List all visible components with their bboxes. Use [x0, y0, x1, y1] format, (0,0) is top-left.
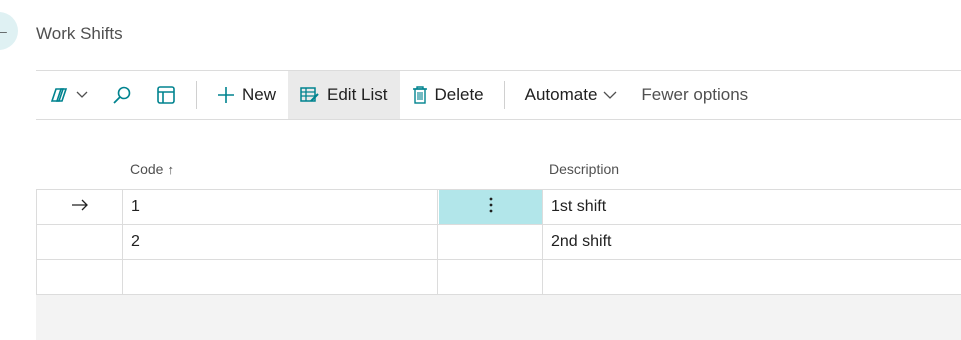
- code-cell[interactable]: 2: [123, 225, 438, 259]
- new-button[interactable]: New: [205, 71, 288, 119]
- copilot-icon: [48, 85, 70, 105]
- work-shifts-grid: Code ↑ Description 1 1st shift 2 2nd shif…: [36, 150, 961, 295]
- table-row[interactable]: 1 1st shift: [36, 190, 961, 225]
- column-header-code-label: Code: [130, 161, 164, 177]
- new-label: New: [242, 85, 277, 104]
- automate-menu[interactable]: Automate: [513, 71, 630, 119]
- automate-label: Automate: [524, 85, 598, 104]
- trash-icon: [412, 85, 428, 105]
- filter-pane-icon: [156, 85, 176, 105]
- toolbar-divider: [503, 81, 505, 109]
- table-row[interactable]: 2 2nd shift: [36, 225, 961, 260]
- description-cell[interactable]: 1st shift: [543, 190, 961, 224]
- copilot-button[interactable]: [36, 71, 100, 119]
- sort-ascending-icon: ↑: [167, 162, 174, 177]
- row-actions-cell[interactable]: [439, 260, 543, 294]
- code-cell[interactable]: 1: [123, 190, 438, 224]
- back-arrow-icon: ←: [0, 22, 10, 39]
- toolbar-divider: [196, 81, 197, 109]
- row-selector[interactable]: [37, 260, 123, 294]
- column-header-description[interactable]: Description: [549, 161, 619, 177]
- description-cell[interactable]: [543, 260, 961, 294]
- delete-label: Delete: [434, 85, 484, 104]
- page-title: Work Shifts: [36, 24, 123, 43]
- chevron-down-icon: [603, 91, 617, 100]
- table-row-new[interactable]: [36, 260, 961, 295]
- grid-empty-area: [36, 295, 961, 340]
- description-cell[interactable]: 2nd shift: [543, 225, 961, 259]
- delete-button[interactable]: Delete: [400, 71, 496, 119]
- edit-list-label: Edit List: [327, 85, 388, 104]
- edit-list-button[interactable]: Edit List: [288, 71, 400, 119]
- vertical-ellipsis-icon: [489, 197, 493, 218]
- filter-pane-button[interactable]: [144, 71, 188, 119]
- search-icon: [112, 85, 132, 105]
- fewer-options-button[interactable]: Fewer options: [629, 71, 760, 119]
- column-header-code[interactable]: Code ↑: [130, 161, 174, 177]
- row-selector[interactable]: [37, 190, 123, 224]
- action-bar: New Edit List Delete Automate Fewer opti…: [36, 70, 961, 120]
- chevron-down-icon: [76, 91, 88, 99]
- plus-icon: [217, 86, 235, 104]
- fewer-options-label: Fewer options: [641, 85, 749, 104]
- row-actions-cell[interactable]: [439, 225, 543, 259]
- search-button[interactable]: [100, 71, 144, 119]
- back-button[interactable]: ←: [0, 12, 18, 50]
- grid-header: Code ↑ Description: [36, 150, 961, 190]
- arrow-right-icon: [71, 198, 89, 216]
- row-actions-button[interactable]: [439, 190, 543, 224]
- edit-list-icon: [300, 86, 320, 104]
- code-cell[interactable]: [123, 260, 438, 294]
- row-selector[interactable]: [37, 225, 123, 259]
